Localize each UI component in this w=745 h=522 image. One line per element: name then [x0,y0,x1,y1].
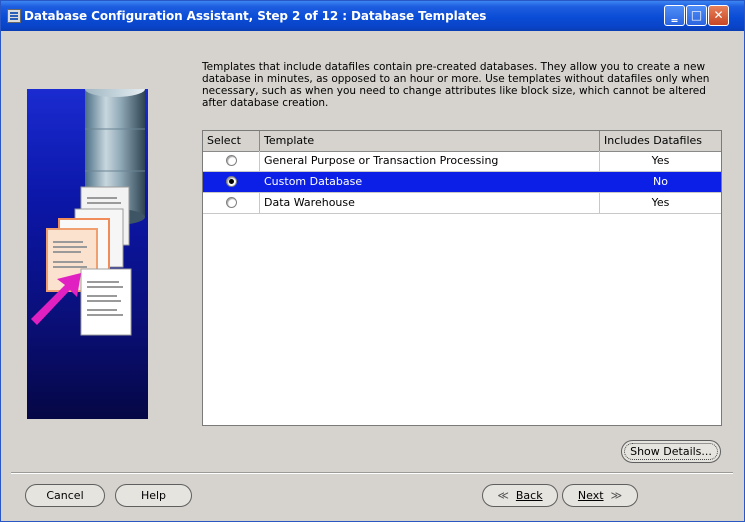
maximize-button[interactable]: □ [686,5,707,26]
table-header: Select Template Includes Datafiles [203,131,721,152]
next-label: Next [577,489,604,502]
includes-datafiles: Yes [651,196,670,209]
template-radio[interactable] [225,154,237,166]
back-button[interactable]: ≪ Back [482,484,558,507]
includes-datafiles: Yes [651,154,670,167]
close-icon: ✕ [713,8,724,22]
template-radio[interactable] [225,175,237,187]
table-row[interactable]: General Purpose or Transaction Processin… [203,151,721,172]
app-icon [7,9,21,23]
intro-text: Templates that include datafiles contain… [202,61,710,109]
next-button[interactable]: Next ≫ [562,484,638,507]
templates-table: Select Template Includes Datafiles Gener… [202,130,722,426]
select-cell [203,151,260,171]
title-bar[interactable]: Database Configuration Assistant, Step 2… [1,1,744,31]
column-header-select[interactable]: Select [203,131,260,151]
illustration-graphic [31,89,145,336]
dialog-window: Database Configuration Assistant, Step 2… [0,0,745,522]
minimize-button[interactable]: ‗ [664,5,685,26]
template-name: Data Warehouse [260,193,600,213]
window-title: Database Configuration Assistant, Step 2… [24,9,487,23]
column-header-datafiles[interactable]: Includes Datafiles [600,131,721,151]
document-stack-icon [46,186,132,336]
column-header-template[interactable]: Template [260,131,600,151]
cancel-button[interactable]: Cancel [25,484,105,507]
help-button[interactable]: Help [115,484,192,507]
next-arrow-icon: ≫ [610,489,623,502]
wizard-illustration [27,89,148,419]
footer-divider [11,472,733,474]
minimize-icon: ‗ [671,8,678,22]
show-details-button[interactable]: Show Details... [621,440,721,463]
close-button[interactable]: ✕ [708,5,729,26]
template-name: General Purpose or Transaction Processin… [260,151,600,171]
table-row[interactable]: Data Warehouse Yes [203,193,721,214]
select-cell [203,193,260,213]
maximize-icon: □ [690,8,703,22]
includes-datafiles: No [653,175,668,188]
template-name: Custom Database [260,172,600,192]
table-row[interactable]: Custom Database No [203,172,721,193]
back-label: Back [515,489,543,502]
template-radio[interactable] [225,196,237,208]
back-arrow-icon: ≪ [497,489,509,502]
select-cell [203,172,260,192]
